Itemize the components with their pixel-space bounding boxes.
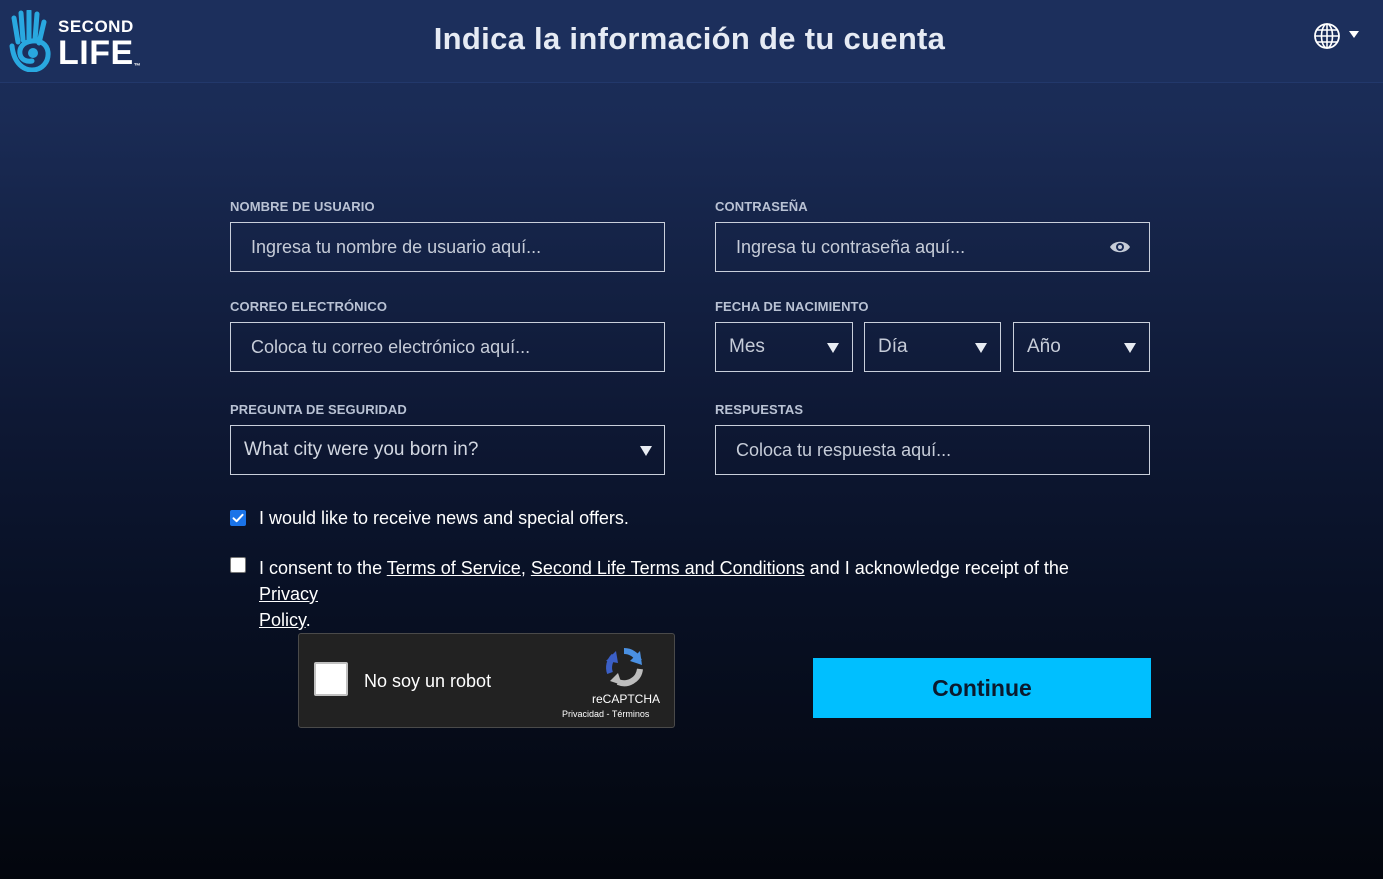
news-opt-in-label: I would like to receive news and special… <box>259 508 629 528</box>
security-question-label: PREGUNTA DE SEGURIDAD <box>230 402 407 417</box>
chevron-down-icon <box>975 343 987 353</box>
birth-year-value: Año <box>1027 336 1061 357</box>
consent-text-2: and I acknowledge receipt of the <box>804 558 1069 578</box>
consent-text: I consent to the Terms of Service, Secon… <box>259 555 1129 633</box>
recaptcha-logo-icon <box>606 647 643 687</box>
top-bar: SECOND LIFE™ Indica la información de tu… <box>0 0 1383 83</box>
terms-of-service-link[interactable]: Terms of Service <box>387 558 521 578</box>
security-question-select[interactable]: What city were you born in? <box>230 425 665 475</box>
consent-row: I consent to the Terms of Service, Secon… <box>230 555 1150 630</box>
recaptcha-label: No soy un robot <box>364 671 492 691</box>
password-label: CONTRASEÑA <box>715 199 808 214</box>
answer-label: RESPUESTAS <box>715 402 804 417</box>
news-opt-in-checkbox[interactable] <box>230 510 246 526</box>
username-label: NOMBRE DE USUARIO <box>230 199 375 214</box>
recaptcha-widget: No soy un robot reCAPTCHA Privacidad - T… <box>298 633 675 728</box>
recaptcha-terms-link[interactable]: Términos <box>612 709 650 719</box>
password-field <box>715 222 1150 272</box>
chevron-down-icon <box>1124 343 1136 353</box>
email-label: CORREO ELECTRÓNICO <box>230 299 388 314</box>
birth-month-value: Mes <box>729 336 765 357</box>
chevron-down-icon <box>827 343 839 353</box>
chevron-down-icon <box>1349 31 1359 38</box>
answer-field <box>715 425 1150 475</box>
recaptcha-brand: reCAPTCHA <box>592 692 661 706</box>
consent-text-1: I consent to the <box>259 558 387 578</box>
recaptcha-links: Privacidad - Términos <box>562 709 649 719</box>
news-opt-in-row: I would like to receive news and special… <box>230 508 1150 530</box>
birth-year-select[interactable]: Año <box>1013 322 1150 372</box>
birthdate-label: FECHA DE NACIMIENTO <box>715 299 869 314</box>
consent-separator: , <box>520 558 531 578</box>
consent-end: . <box>305 610 311 630</box>
birth-day-select[interactable]: Día <box>864 322 1001 372</box>
recaptcha-privacy-link[interactable]: Privacidad <box>562 709 604 719</box>
birth-month-select[interactable]: Mes <box>715 322 853 372</box>
terms-and-conditions-link[interactable]: Second Life Terms and Conditions <box>531 558 805 578</box>
globe-icon <box>1314 23 1340 49</box>
check-icon <box>232 513 244 523</box>
consent-checkbox[interactable] <box>230 557 246 573</box>
recaptcha-checkbox[interactable] <box>314 662 348 696</box>
recaptcha-links-separator: - <box>604 709 612 719</box>
username-field <box>230 222 665 272</box>
eye-icon[interactable] <box>1109 237 1131 257</box>
chevron-down-icon <box>640 446 652 456</box>
birth-day-value: Día <box>878 336 908 357</box>
email-field <box>230 322 665 372</box>
privacy-policy-link[interactable]: Privacy <box>259 584 318 604</box>
privacy-policy-link-continued[interactable]: Policy <box>259 610 306 630</box>
page-title: Indica la información de tu cuenta <box>433 21 946 56</box>
logo-trademark: ™ <box>133 63 142 70</box>
username-input[interactable] <box>231 223 664 271</box>
security-question-value: What city were you born in? <box>244 439 479 460</box>
continue-button[interactable]: Continue <box>813 658 1151 718</box>
password-input[interactable] <box>716 223 1149 271</box>
answer-input[interactable] <box>716 426 1149 474</box>
email-input[interactable] <box>231 323 664 371</box>
language-selector[interactable] <box>1313 22 1363 52</box>
